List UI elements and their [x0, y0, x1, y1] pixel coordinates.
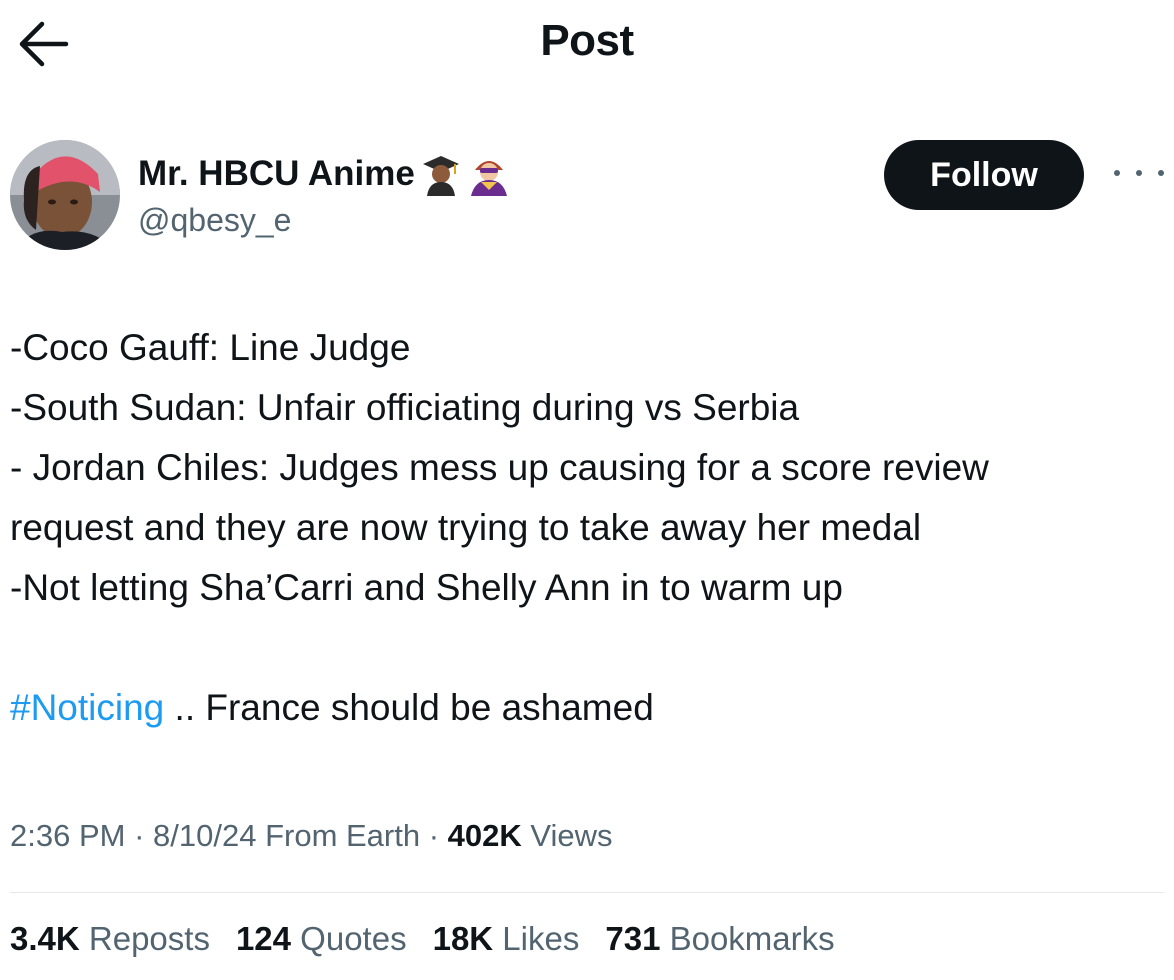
- bookmarks-stat[interactable]: 731 Bookmarks: [605, 920, 834, 958]
- post-metadata: 2:36 PM · 8/10/24 From Earth · 402K View…: [10, 818, 613, 854]
- separator: ·: [125, 818, 154, 853]
- avatar[interactable]: [10, 140, 120, 250]
- quotes-count: 124: [235, 920, 292, 957]
- quotes-label: Quotes: [291, 920, 407, 957]
- likes-label: Likes: [493, 920, 580, 957]
- paragraph-break: [10, 618, 1170, 678]
- views-label: Views: [521, 818, 613, 853]
- user-handle[interactable]: @qbesy_e: [138, 202, 291, 239]
- more-dot: [1136, 170, 1142, 176]
- quotes-stat[interactable]: 124 Quotes: [236, 920, 407, 958]
- author-row: Mr. HBCU Anime @qbesy_e Follow: [10, 140, 1170, 252]
- reposts-stat[interactable]: 3.4K Reposts: [10, 920, 210, 958]
- tweet-line: -South Sudan: Unfair officiating during …: [10, 387, 800, 428]
- separator: ·: [420, 818, 448, 853]
- display-name[interactable]: Mr. HBCU Anime: [138, 152, 511, 196]
- tweet-text-span: .. France should be ashamed: [164, 687, 654, 728]
- graduate-emoji: [419, 152, 463, 196]
- engagement-stats: 3.4K Reposts 124 Quotes 18K Likes 731 Bo…: [10, 920, 835, 958]
- supervillain-emoji: [467, 152, 511, 196]
- follow-button[interactable]: Follow: [884, 140, 1084, 210]
- tweet-line: #Noticing .. France should be ashamed: [10, 678, 1170, 738]
- bookmarks-label: Bookmarks: [660, 920, 835, 957]
- more-icon[interactable]: [1114, 158, 1164, 188]
- tweet-line: - Jordan Chiles: Judges mess up causing …: [10, 447, 989, 488]
- display-name-text: Mr. HBCU Anime: [138, 154, 415, 193]
- more-dot: [1114, 170, 1120, 176]
- reposts-count: 3.4K: [10, 920, 80, 957]
- post-date[interactable]: 8/10/24: [153, 818, 256, 853]
- likes-count: 18K: [432, 920, 494, 957]
- hashtag-link[interactable]: #Noticing: [10, 687, 164, 728]
- views-count: 402K: [447, 818, 522, 853]
- likes-stat[interactable]: 18K Likes: [433, 920, 580, 958]
- bookmarks-count: 731: [605, 920, 661, 957]
- tweet-line: -Not letting Sha’Carri and Shelly Ann in…: [10, 567, 843, 608]
- tweet-line: -Coco Gauff: Line Judge: [10, 327, 411, 368]
- tweet-line: request and they are now trying to take …: [10, 507, 922, 548]
- post-time[interactable]: 2:36 PM: [10, 818, 125, 853]
- top-bar: Post: [0, 0, 1174, 90]
- post-source: From Earth: [256, 818, 421, 853]
- reposts-label: Reposts: [79, 920, 210, 957]
- page-title: Post: [540, 16, 634, 65]
- tweet-text: -Coco Gauff: Line Judge -South Sudan: Un…: [10, 318, 1170, 738]
- more-dot: [1158, 170, 1164, 176]
- divider: [10, 892, 1164, 893]
